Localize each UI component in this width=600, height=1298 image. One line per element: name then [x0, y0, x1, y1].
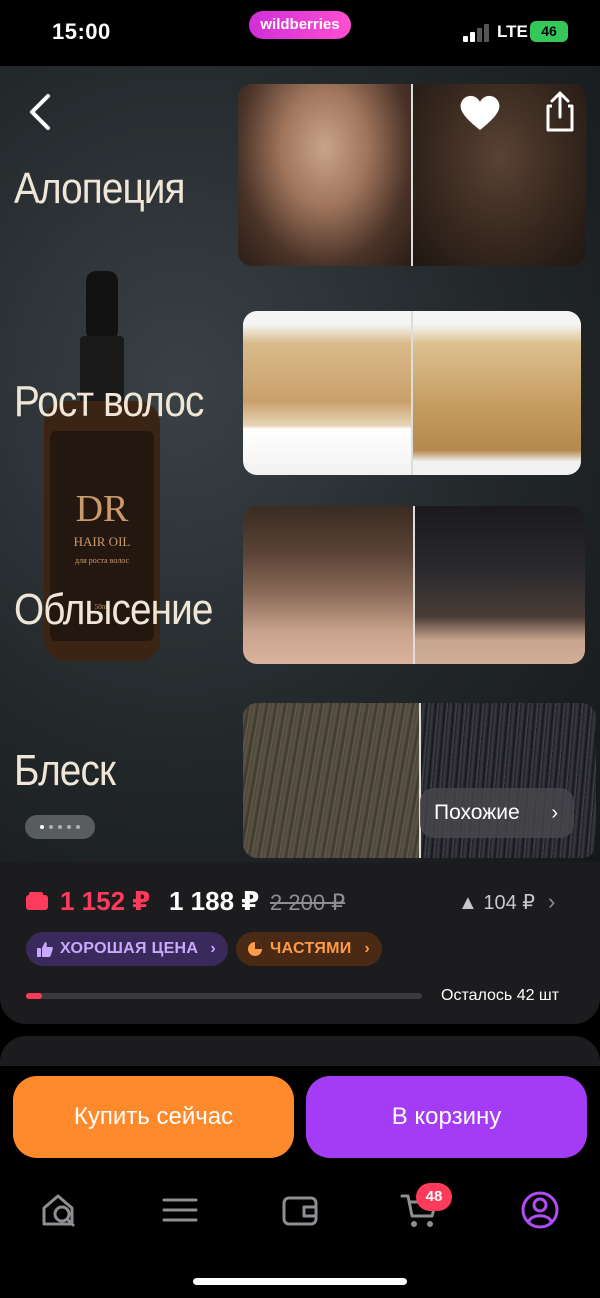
label-shine: Блеск: [14, 746, 116, 795]
stock-remaining: Осталось 42 шт: [441, 987, 560, 1004]
buy-now-button[interactable]: Купить сейчас: [13, 1076, 294, 1158]
chevron-right-icon: ›: [551, 802, 558, 824]
pagination-dot: [58, 825, 62, 829]
wallet-icon[interactable]: [280, 1190, 320, 1230]
bottle-subtitle: для роста волос: [75, 556, 129, 565]
signal-icon: [463, 24, 491, 42]
battery-icon: 46: [530, 21, 568, 42]
similar-button[interactable]: Похожие ›: [420, 788, 574, 838]
profile-icon[interactable]: [520, 1190, 560, 1230]
stock-progress-bar: [26, 993, 422, 999]
cart-count-badge: 48: [416, 1183, 452, 1211]
triangle-up-icon: ▲: [458, 892, 478, 914]
similar-label: Похожие: [434, 801, 520, 824]
thumbs-up-icon: [37, 942, 53, 957]
product-gallery[interactable]: DR HAIR OIL для роста волос 50ml Алопеци…: [0, 66, 600, 866]
stock-progress-fill: [26, 993, 42, 999]
bottle-brand: DR: [76, 488, 129, 530]
pagination-dot: [49, 825, 53, 829]
price-delta: ▲ 104 ₽: [458, 890, 535, 915]
gallery-pagination: [25, 815, 95, 839]
label-alopecia: Алопеция: [14, 164, 186, 213]
bottle-title: HAIR OIL: [74, 534, 131, 549]
current-price: 1 188 ₽: [169, 886, 260, 916]
installments-label: ЧАСТЯМИ: [270, 940, 352, 957]
network-type: LTE: [497, 22, 528, 41]
chevron-right-icon[interactable]: ›: [548, 889, 555, 915]
label-baldness: Облысение: [14, 585, 213, 634]
photo-alopecia: [238, 84, 586, 266]
wallet-price-icon: [26, 892, 48, 910]
pagination-dot: [76, 825, 80, 829]
old-price: 2 200 ₽: [270, 890, 346, 915]
home-search-icon[interactable]: [40, 1190, 80, 1230]
brand-pill[interactable]: wildberries: [249, 11, 351, 39]
label-hair-growth: Рост волос: [14, 377, 204, 426]
chevron-right-icon: ›: [364, 940, 370, 957]
photo-baldness: [243, 506, 585, 664]
pagination-dot: [67, 825, 71, 829]
price-delta-value: 104 ₽: [483, 892, 536, 914]
heart-icon[interactable]: [458, 92, 502, 132]
share-icon[interactable]: [540, 90, 580, 134]
chevron-right-icon: ›: [210, 940, 216, 957]
pagination-dot: [40, 825, 44, 829]
good-price-label: ХОРОШАЯ ЦЕНА: [60, 940, 199, 957]
status-bar: 15:00 wildberries LTE 46: [0, 0, 600, 66]
home-indicator[interactable]: [193, 1278, 407, 1285]
price-card: 1 152 ₽ 1 188 ₽ 2 200 ₽ ▲ 104 ₽ › ХОРОША…: [0, 862, 600, 1024]
good-price-badge[interactable]: ХОРОШАЯ ЦЕНА ›: [26, 932, 228, 966]
photo-hair-growth: [243, 311, 581, 475]
installments-badge[interactable]: ЧАСТЯМИ ›: [236, 932, 382, 966]
wallet-price: 1 152 ₽: [60, 886, 151, 916]
bottom-tab-bar: [0, 1176, 600, 1256]
back-arrow-icon[interactable]: [22, 90, 58, 134]
catalog-icon[interactable]: [160, 1190, 200, 1230]
status-time: 15:00: [52, 19, 111, 44]
add-to-cart-button[interactable]: В корзину: [306, 1076, 587, 1158]
pie-chart-icon: [248, 942, 262, 956]
